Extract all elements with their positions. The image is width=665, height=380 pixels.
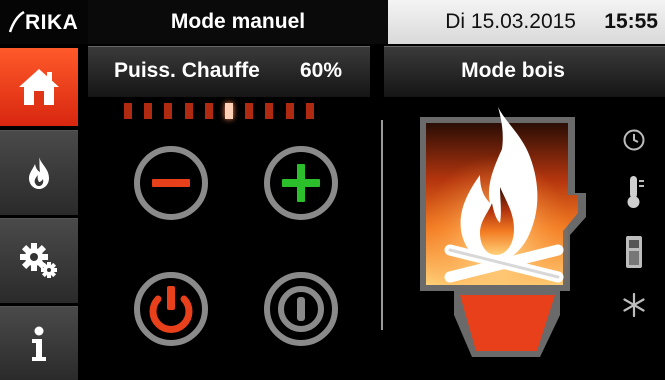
- info-icon: [32, 326, 46, 361]
- power-level-dot: [124, 103, 132, 119]
- brand-name: RIKA: [25, 11, 79, 34]
- clock-icon: [623, 129, 645, 151]
- home-icon: [19, 69, 59, 105]
- logo: RIKA: [0, 0, 88, 44]
- flame-icon: [29, 157, 49, 189]
- stove-control-screen: RIKA Mode manuel Di 15.03.2015 15:55 Pui…: [0, 0, 665, 380]
- increase-power-button[interactable]: [260, 142, 342, 224]
- power-level-dot: [225, 103, 233, 119]
- date: Di 15.03.2015: [445, 10, 576, 33]
- stove-flame-illustration: [420, 107, 586, 357]
- power-level-dot: [205, 103, 213, 119]
- snowflake-icon: [623, 292, 645, 318]
- sidebar-item-home[interactable]: [0, 48, 78, 126]
- power-on-icon: [134, 272, 208, 346]
- mode-header: Mode bois: [384, 46, 665, 97]
- power-off-icon: [264, 272, 338, 346]
- gears-icon: [20, 243, 57, 278]
- sidebar-item-settings[interactable]: [0, 218, 78, 303]
- minus-icon: [134, 146, 208, 220]
- power-level-dot: [164, 103, 172, 119]
- time: 15:55: [604, 10, 658, 33]
- phone-icon: [626, 236, 642, 268]
- power-level-dot: [306, 103, 314, 119]
- power-level-dot: [185, 103, 193, 119]
- sidebar-item-flame[interactable]: [0, 130, 78, 215]
- power-level-dot: [265, 103, 273, 119]
- thermometer-icon: [627, 176, 644, 208]
- power-value: 60%: [300, 59, 343, 82]
- decrease-power-button[interactable]: [130, 142, 212, 224]
- sidebar-item-info[interactable]: [0, 306, 78, 380]
- status-bar: RIKA Mode manuel Di 15.03.2015 15:55: [0, 0, 665, 44]
- operating-mode-label: Mode bois: [461, 59, 565, 82]
- power-off-button[interactable]: [260, 268, 342, 350]
- power-level-dot: [286, 103, 294, 119]
- mode-title: Mode manuel: [88, 0, 388, 44]
- power-level-dot: [144, 103, 152, 119]
- power-on-button[interactable]: [130, 268, 212, 350]
- panel-divider: [381, 120, 383, 330]
- plus-icon: [264, 146, 338, 220]
- logo-mark-icon: [8, 11, 25, 33]
- power-header: Puiss. Chauffe 60%: [88, 46, 370, 97]
- power-level-dot: [245, 103, 253, 119]
- power-label: Puiss. Chauffe: [114, 59, 260, 82]
